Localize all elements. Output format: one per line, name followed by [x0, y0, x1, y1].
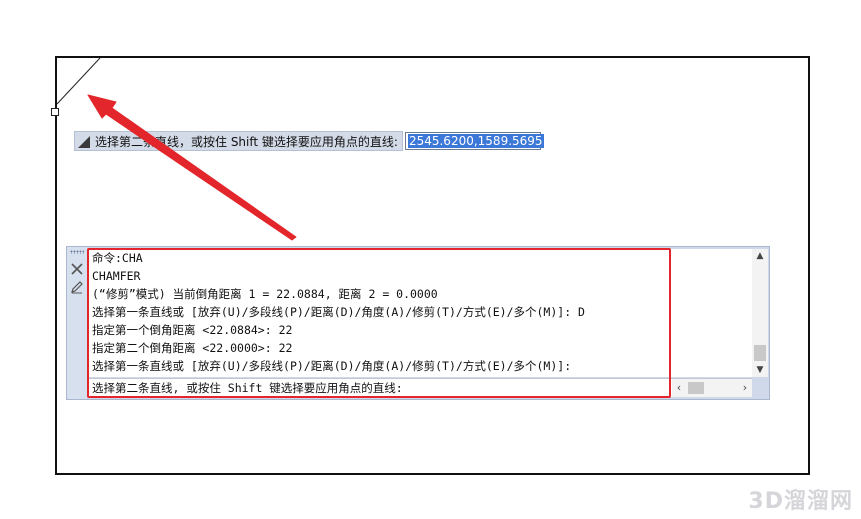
pen-icon[interactable]	[70, 279, 84, 294]
coordinate-input[interactable]: 2545.6200,1589.5695	[404, 132, 544, 150]
history-line: 命令:CHA	[92, 251, 143, 265]
history-line: (“修剪”模式) 当前倒角距离 1 = 22.0884, 距离 2 = 0.00…	[92, 287, 438, 301]
scroll-up-icon[interactable]: ▲	[752, 249, 768, 263]
history-line: 指定第二个倒角距离 <22.0000>: 22	[92, 341, 293, 355]
corner-grip[interactable]	[51, 108, 59, 116]
vertical-scrollbar[interactable]: ▲ ▼	[752, 249, 768, 377]
command-window: 命令:CHA CHAMFER (“修剪”模式) 当前倒角距离 1 = 22.08…	[66, 246, 770, 400]
command-history[interactable]: 命令:CHA CHAMFER (“修剪”模式) 当前倒角距离 1 = 22.08…	[88, 249, 752, 377]
horizontal-scroll-thumb[interactable]	[688, 382, 704, 394]
scroll-right-icon[interactable]: ›	[738, 379, 752, 397]
drag-handle-icon[interactable]	[70, 250, 84, 254]
history-line: 指定第一个倒角距离 <22.0884>: 22	[92, 323, 293, 337]
watermark: 3D溜溜网	[748, 489, 853, 514]
dynamic-prompt-text: 选择第二条直线，或按住 Shift 键选择要应用角点的直线:	[95, 134, 398, 149]
history-line: CHAMFER	[92, 269, 141, 283]
vertical-scroll-thumb[interactable]	[754, 345, 766, 361]
scroll-down-icon[interactable]: ▼	[752, 363, 768, 377]
history-line: 选择第一条直线或 [放弃(U)/多段线(P)/距离(D)/角度(A)/修剪(T)…	[92, 305, 585, 319]
coordinate-value[interactable]: 2545.6200,1589.5695	[407, 134, 544, 148]
command-window-grip[interactable]	[67, 247, 87, 399]
command-input[interactable]: 选择第二条直线, 或按住 Shift 键选择要应用角点的直线:	[88, 378, 672, 397]
dynamic-input-tooltip: 选择第二条直线，或按住 Shift 键选择要应用角点的直线: 2545.6200…	[74, 131, 544, 151]
history-line: 选择第一条直线或 [放弃(U)/多段线(P)/距离(D)/角度(A)/修剪(T)…	[92, 359, 572, 373]
chamfer-icon	[77, 134, 91, 148]
scroll-left-icon[interactable]: ‹	[672, 379, 686, 397]
close-icon[interactable]	[70, 261, 84, 275]
horizontal-scrollbar[interactable]: ‹ ›	[672, 378, 752, 397]
